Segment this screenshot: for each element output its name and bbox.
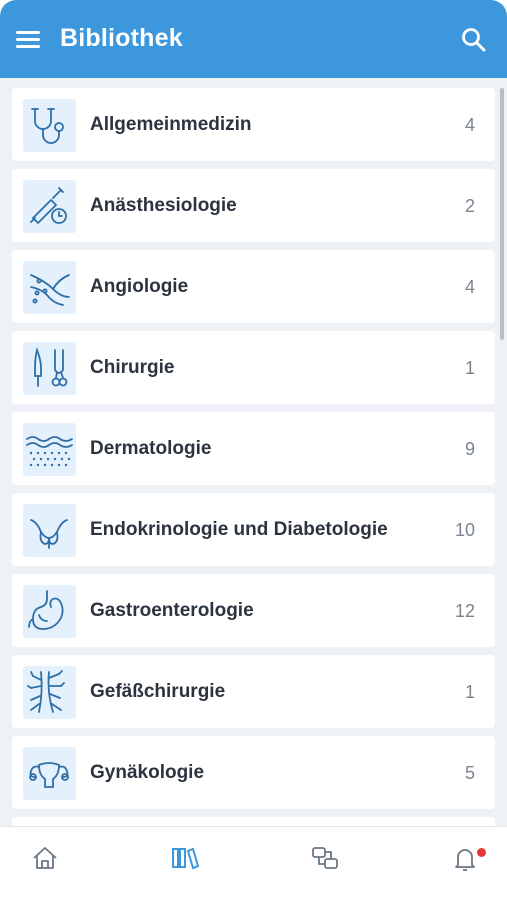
category-label: Gynäkologie xyxy=(90,762,205,783)
category-label: Gefäßchirurgie xyxy=(90,681,226,702)
category-list: Allgemeinmedizin 4 Anästhesiologie 2 Ang… xyxy=(0,78,507,826)
category-item-partial[interactable] xyxy=(12,817,495,826)
category-item-anaesthesiologie[interactable]: Anästhesiologie 2 xyxy=(12,169,495,242)
category-item-angiologie[interactable]: Angiologie 4 xyxy=(12,250,495,323)
category-item-dermatologie[interactable]: Dermatologie 9 xyxy=(12,412,495,485)
category-item-gynaekologie[interactable]: Gynäkologie 5 xyxy=(12,736,495,809)
vessel-network-icon xyxy=(23,666,76,719)
blood-vessel-icon xyxy=(23,261,76,314)
category-count: 9 xyxy=(464,439,475,459)
thyroid-icon xyxy=(23,504,76,557)
page-title: Bibliothek xyxy=(60,24,183,52)
surgical-instruments-icon xyxy=(23,342,76,395)
category-count: 5 xyxy=(464,763,475,783)
category-count: 12 xyxy=(454,601,475,621)
category-count: 4 xyxy=(464,115,475,135)
hamburger-menu-icon[interactable] xyxy=(14,26,44,52)
category-label: Gastroenterologie xyxy=(90,600,254,621)
library-books-icon[interactable] xyxy=(168,841,202,875)
category-label: Angiologie xyxy=(90,276,189,297)
category-label: Allgemeinmedizin xyxy=(90,114,252,135)
search-icon[interactable] xyxy=(460,26,488,54)
category-label: Dermatologie xyxy=(90,438,212,459)
app-screen: Bibliothek Allgemeinmedizin 4 Anästhesio… xyxy=(0,0,507,880)
app-bar: Bibliothek xyxy=(0,0,507,78)
cases-icon[interactable] xyxy=(308,841,342,875)
notification-badge xyxy=(477,848,486,857)
category-item-allgemeinmedizin[interactable]: Allgemeinmedizin 4 xyxy=(12,88,495,161)
home-icon[interactable] xyxy=(28,841,62,875)
category-count: 4 xyxy=(464,277,475,297)
category-label: Chirurgie xyxy=(90,357,175,378)
category-item-gastroenterologie[interactable]: Gastroenterologie 12 xyxy=(12,574,495,647)
category-count: 10 xyxy=(454,520,475,540)
category-item-chirurgie[interactable]: Chirurgie 1 xyxy=(12,331,495,404)
category-item-gefaesschirurgie[interactable]: Gefäßchirurgie 1 xyxy=(12,655,495,728)
stethoscope-icon xyxy=(23,99,76,152)
category-label: Anästhesiologie xyxy=(90,195,237,216)
stomach-icon xyxy=(23,585,76,638)
bottom-navigation xyxy=(0,826,507,880)
category-count: 1 xyxy=(464,358,475,378)
syringe-clock-icon xyxy=(23,180,76,233)
category-item-endokrinologie[interactable]: Endokrinologie und Diabetologie 10 xyxy=(12,493,495,566)
list-scrollbar[interactable] xyxy=(500,88,504,340)
category-label: Endokrinologie und Diabetologie xyxy=(90,519,388,540)
bell-icon[interactable] xyxy=(448,841,482,875)
skin-layers-icon xyxy=(23,423,76,476)
category-count: 1 xyxy=(464,682,475,702)
category-count: 2 xyxy=(464,196,475,216)
uterus-icon xyxy=(23,747,76,800)
